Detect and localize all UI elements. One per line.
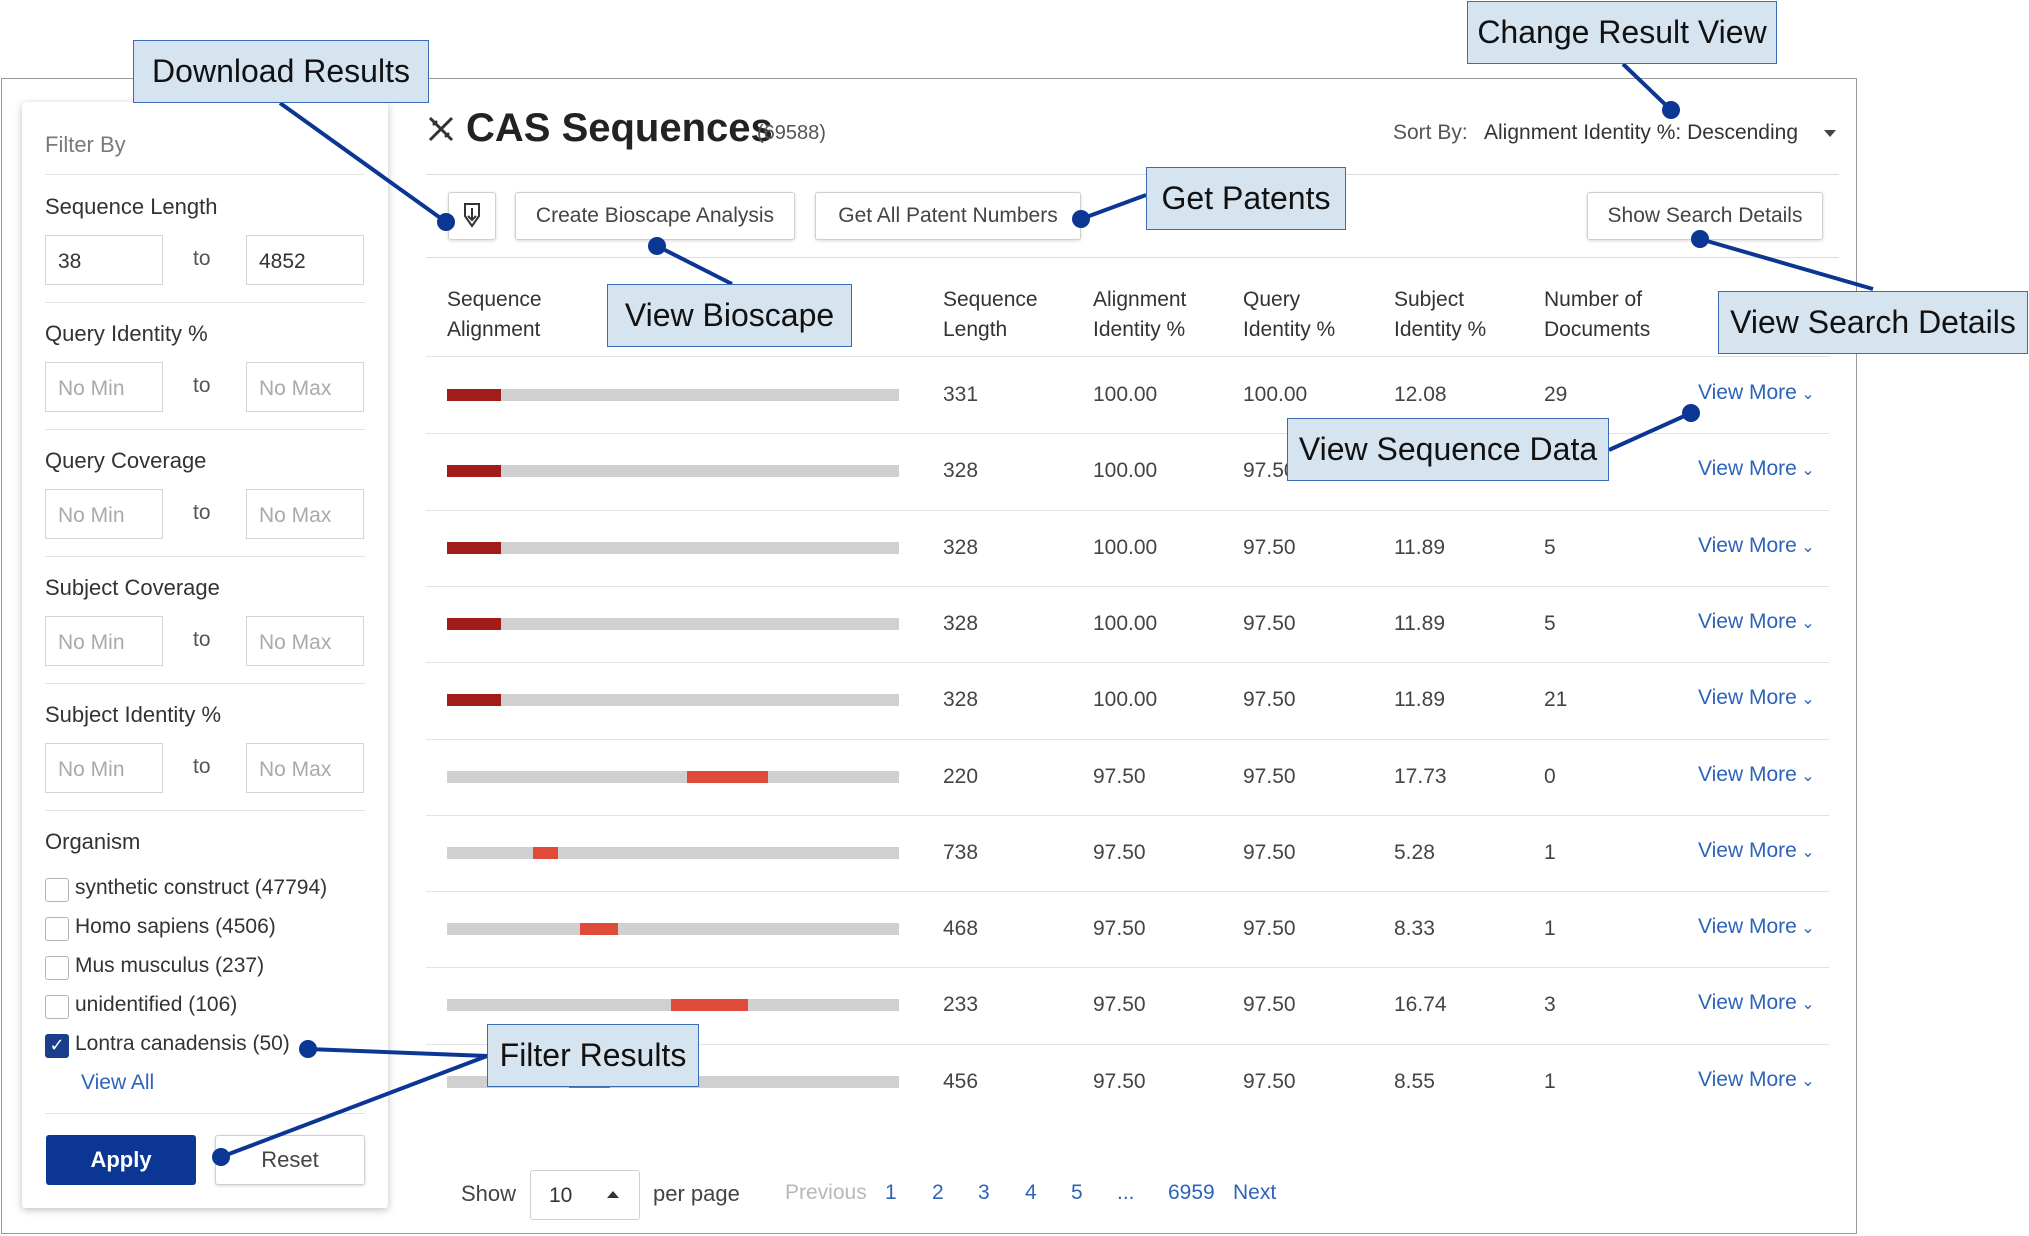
- callout-view-search-details: View Search Details: [1718, 291, 2028, 354]
- callout-connectors: [212, 62, 1874, 1166]
- callout-view-sequence-data: View Sequence Data: [1287, 418, 1609, 481]
- callout-filter-results: Filter Results: [487, 1024, 699, 1087]
- callout-change-result-view: Change Result View: [1467, 1, 1777, 64]
- callout-get-patents: Get Patents: [1146, 167, 1346, 230]
- callout-download-results: Download Results: [133, 40, 429, 103]
- callout-view-bioscape: View Bioscape: [607, 284, 852, 347]
